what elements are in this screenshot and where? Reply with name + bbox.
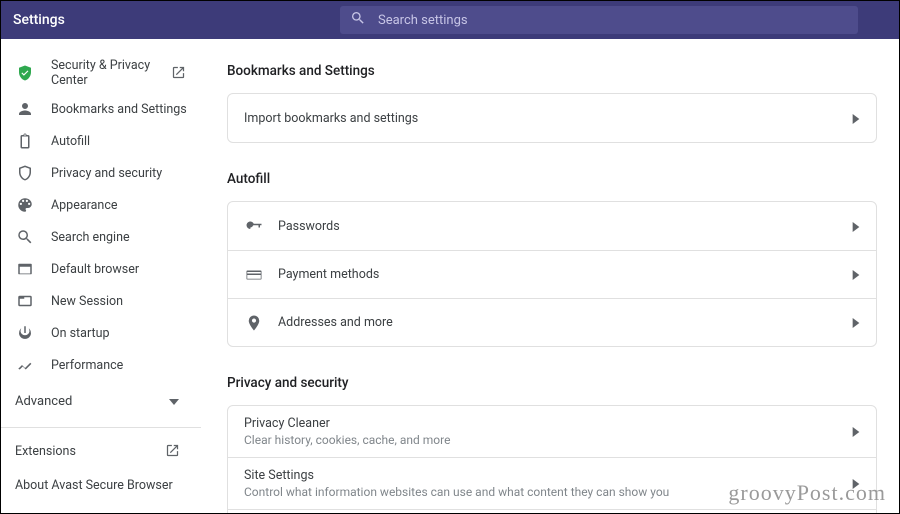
sidebar-item-label: Bookmarks and Settings [51, 102, 187, 117]
pin-icon [244, 314, 264, 332]
sidebar-item-new-session[interactable]: New Session [1, 285, 201, 317]
chevron-right-icon [852, 109, 860, 128]
search-icon [15, 228, 35, 246]
sidebar-item-privacy-security[interactable]: Privacy and security [1, 157, 201, 189]
tab-icon [15, 292, 35, 310]
row-title: Site Settings [244, 468, 852, 483]
main-content: Bookmarks and Settings Import bookmarks … [201, 39, 899, 513]
about-label: About Avast Secure Browser [15, 478, 173, 493]
search-input[interactable] [378, 13, 848, 28]
chevron-right-icon [852, 313, 860, 332]
section-title-autofill: Autofill [227, 171, 877, 187]
power-icon [15, 324, 35, 342]
row-site-settings[interactable]: Site Settings Control what information w… [228, 457, 876, 509]
chevron-right-icon [852, 265, 860, 284]
search-icon [350, 10, 366, 30]
extensions-label: Extensions [15, 444, 76, 459]
sidebar-item-on-startup[interactable]: On startup [1, 317, 201, 349]
shield-icon [15, 164, 35, 182]
page-title: Settings [13, 12, 340, 28]
sidebar-item-label: Privacy and security [51, 166, 187, 181]
sidebar-item-search-engine[interactable]: Search engine [1, 221, 201, 253]
divider [1, 427, 201, 428]
browser-icon [15, 260, 35, 278]
row-title: Passwords [278, 219, 852, 234]
chevron-right-icon [852, 474, 860, 493]
sidebar-item-label: Autofill [51, 134, 187, 149]
sidebar-item-autofill[interactable]: Autofill [1, 125, 201, 157]
sidebar-item-label: New Session [51, 294, 187, 309]
row-more[interactable]: More [228, 509, 876, 513]
card-autofill: Passwords Payment methods Addresses and … [227, 201, 877, 347]
row-payment-methods[interactable]: Payment methods [228, 250, 876, 298]
row-privacy-cleaner[interactable]: Privacy Cleaner Clear history, cookies, … [228, 406, 876, 457]
chevron-down-icon [169, 394, 179, 409]
sidebar-item-performance[interactable]: Performance [1, 349, 201, 381]
search-box[interactable] [340, 6, 858, 34]
sidebar-item-label: On startup [51, 326, 187, 341]
row-passwords[interactable]: Passwords [228, 202, 876, 250]
chevron-right-icon [852, 422, 860, 441]
row-title: Addresses and more [278, 315, 852, 330]
row-title: Payment methods [278, 267, 852, 282]
key-icon [244, 217, 264, 235]
advanced-label: Advanced [15, 394, 72, 409]
sidebar-item-default-browser[interactable]: Default browser [1, 253, 201, 285]
section-title-bookmarks: Bookmarks and Settings [227, 63, 877, 79]
shield-check-icon [15, 64, 35, 82]
sidebar-item-label: Search engine [51, 230, 187, 245]
card-bookmarks: Import bookmarks and settings [227, 93, 877, 143]
sidebar-about[interactable]: About Avast Secure Browser [15, 468, 187, 502]
sidebar-item-security-privacy-center[interactable]: Security & Privacy Center [1, 53, 201, 93]
sidebar-item-label: Default browser [51, 262, 187, 277]
external-link-icon [165, 443, 181, 459]
sidebar-item-label: Performance [51, 358, 187, 373]
header: Settings [1, 1, 899, 39]
section-title-privacy: Privacy and security [227, 375, 877, 391]
chevron-right-icon [852, 217, 860, 236]
person-icon [15, 100, 35, 118]
palette-icon [15, 196, 35, 214]
row-import-bookmarks[interactable]: Import bookmarks and settings [228, 94, 876, 142]
external-link-icon [171, 65, 187, 81]
sidebar-item-appearance[interactable]: Appearance [1, 189, 201, 221]
row-addresses[interactable]: Addresses and more [228, 298, 876, 346]
sidebar-advanced[interactable]: Advanced [1, 381, 201, 421]
sidebar-item-label: Security & Privacy Center [51, 58, 171, 88]
card-icon [244, 266, 264, 284]
sidebar-item-label: Appearance [51, 198, 187, 213]
card-privacy: Privacy Cleaner Clear history, cookies, … [227, 405, 877, 513]
row-title: Import bookmarks and settings [244, 111, 852, 126]
clipboard-icon [15, 132, 35, 150]
row-subtitle: Clear history, cookies, cache, and more [244, 433, 852, 447]
sidebar-item-bookmarks-settings[interactable]: Bookmarks and Settings [1, 93, 201, 125]
row-title: Privacy Cleaner [244, 416, 852, 431]
sidebar: Security & Privacy Center Bookmarks and … [1, 39, 201, 513]
sidebar-extensions[interactable]: Extensions [15, 434, 187, 468]
row-subtitle: Control what information websites can us… [244, 485, 852, 499]
trend-icon [15, 356, 35, 374]
